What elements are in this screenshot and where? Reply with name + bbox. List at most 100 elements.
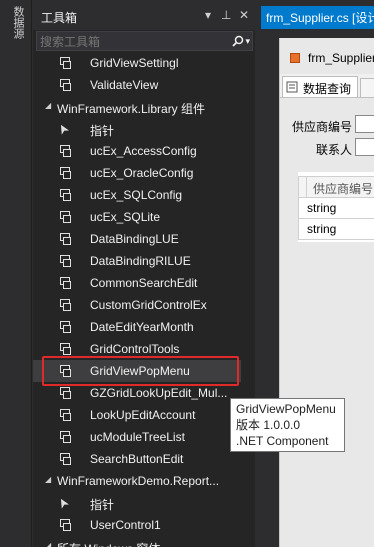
toolbox-item-label: 指针	[90, 498, 115, 512]
grid-cell: string	[307, 201, 337, 215]
grid-row-indicator	[299, 177, 307, 197]
toolbox-item[interactable]: SearchButtonEdit	[33, 448, 241, 470]
document-tab-underline	[261, 27, 374, 29]
toolbox-item[interactable]: UserControl1	[33, 514, 241, 536]
toolbox-item[interactable]: GridControlTools	[33, 338, 241, 360]
group-expanded-icon[interactable]: ◢	[45, 101, 51, 110]
toolbox-panel: 工具箱 ▾ ⊥ ✕ ▾ GridViewSettingl ValidateView…	[33, 0, 288, 547]
pointer-icon: ➤	[53, 120, 73, 138]
toolbox-item[interactable]: ucEx_SQLConfig	[33, 184, 241, 206]
control-icon	[58, 78, 72, 92]
data-grid[interactable]: 供应商编号 string string	[298, 172, 374, 242]
side-tab-label: 数据源	[12, 6, 24, 39]
control-icon	[58, 298, 72, 312]
toolbox-item-list: GridViewSettingl ValidateView ◢ WinFramewor…	[33, 52, 241, 547]
table-row[interactable]: string	[298, 219, 374, 240]
toolbox-item[interactable]: ValidateView	[33, 74, 241, 96]
toolbox-item[interactable]: GZGridLookUpEdit_Mul...	[33, 382, 241, 404]
form-title-bar: frm_Supplier	[280, 48, 374, 68]
document-tab-label: frm_Supplier.cs [设计]	[266, 11, 374, 25]
control-icon	[58, 144, 72, 158]
window-position-dropdown-icon[interactable]: ▾	[203, 8, 213, 22]
toolbox-item-label: GridViewSettingl	[90, 56, 179, 70]
search-icon	[232, 35, 244, 47]
control-icon	[58, 232, 72, 246]
component-tooltip: GridViewPopMenu 版本 1.0.0.0 .NET Componen…	[230, 398, 345, 452]
toolbox-item-label: UserControl1	[90, 518, 161, 532]
toolbox-item-label: GZGridLookUpEdit_Mul...	[90, 386, 228, 400]
control-icon	[58, 342, 72, 356]
toolbox-group-label: WinFrameworkDemo.Report...	[57, 474, 220, 488]
toolbox-item-label: SearchButtonEdit	[90, 452, 184, 466]
contact-input[interactable]	[355, 138, 374, 156]
toolbox-item-label: LookUpEditAccount	[90, 408, 196, 422]
toolbox-item-label: 指针	[90, 124, 115, 138]
toolbox-item[interactable]: DataBindingRILUE	[33, 250, 241, 272]
toolbox-title-icons: ▾ ⊥ ✕	[203, 8, 249, 22]
toolbox-item-label: CustomGridControlEx	[90, 298, 207, 312]
toolbox-item-label: ucEx_OracleConfig	[90, 166, 194, 180]
toolbox-item[interactable]: ➤ 指针	[33, 492, 241, 514]
tab-data-query-label: 数据查询	[303, 82, 352, 96]
table-row[interactable]: string	[298, 198, 374, 219]
control-icon	[58, 518, 72, 532]
toolbox-item-label: CommonSearchEdit	[90, 276, 198, 290]
toolbox-title: 工具箱	[41, 11, 78, 25]
toolbox-item-label: DateEditYearMonth	[90, 320, 194, 334]
tab-data-query[interactable]: 数据查询	[282, 76, 358, 97]
toolbox-group-label: 所有 Windows 窗体	[57, 540, 160, 547]
toolbox-item[interactable]: DateEditYearMonth	[33, 316, 241, 338]
toolbox-item[interactable]: CommonSearchEdit	[33, 272, 241, 294]
control-icon	[58, 276, 72, 290]
group-expanded-icon[interactable]: ◢	[45, 541, 51, 547]
document-tab[interactable]: frm_Supplier.cs [设计]	[261, 6, 374, 27]
control-icon	[58, 56, 72, 70]
tooltip-kind: .NET Component	[236, 434, 329, 448]
close-icon[interactable]: ✕	[239, 8, 249, 22]
query-icon	[286, 81, 298, 93]
toolbox-item[interactable]: ucEx_SQLite	[33, 206, 241, 228]
side-tab-data-sources[interactable]: 数据源	[10, 6, 26, 46]
group-expanded-icon[interactable]: ◢	[45, 475, 51, 484]
pointer-icon: ➤	[53, 494, 73, 512]
pin-icon[interactable]: ⊥	[221, 8, 231, 22]
search-dropdown-icon: ▾	[245, 35, 250, 46]
toolbox-search-input[interactable]	[40, 34, 210, 49]
inner-tab-strip: 数据查询	[280, 74, 374, 98]
toolbox-item[interactable]: LookUpEditAccount	[33, 404, 241, 426]
control-icon	[58, 320, 72, 334]
supplier-code-input[interactable]	[355, 115, 374, 133]
toolbox-item[interactable]: ➤ 指针	[33, 118, 241, 140]
toolbox-group[interactable]: ◢ 所有 Windows 窗体	[33, 536, 241, 547]
toolbox-item-label: ucEx_SQLite	[90, 210, 161, 224]
toolbox-group[interactable]: ◢ WinFramework.Library 组件	[33, 96, 241, 118]
form-title: frm_Supplier	[308, 51, 374, 65]
toolbox-item[interactable]: ucEx_OracleConfig	[33, 162, 241, 184]
toolbox-item-label: ucEx_SQLConfig	[90, 188, 183, 202]
grid-header-row: 供应商编号	[298, 176, 374, 198]
toolbox-item-label: DataBindingLUE	[90, 232, 179, 246]
toolbox-item[interactable]: DataBindingLUE	[33, 228, 241, 250]
control-icon	[58, 386, 72, 400]
form-designer: frm_Supplier 数据查询 供应商编号 联系人 供应商编号 string…	[279, 38, 374, 547]
tooltip-name: GridViewPopMenu	[236, 402, 336, 416]
toolbox-item-label: DataBindingRILUE	[90, 254, 191, 268]
toolbox-group[interactable]: ◢ WinFrameworkDemo.Report...	[33, 470, 241, 492]
form-icon	[290, 53, 300, 63]
toolbox-item[interactable]: ucModuleTreeList	[33, 426, 241, 448]
grid-column-header[interactable]: 供应商编号	[313, 180, 373, 197]
control-icon	[58, 210, 72, 224]
tab-secondary[interactable]	[360, 78, 374, 97]
toolbox-item[interactable]: GridViewPopMenu	[33, 360, 241, 382]
toolbox-item[interactable]: CustomGridControlEx	[33, 294, 241, 316]
control-icon	[58, 430, 72, 444]
toolbox-item[interactable]: ucEx_AccessConfig	[33, 140, 241, 162]
control-icon	[58, 166, 72, 180]
toolbox-title-bar: 工具箱 ▾ ⊥ ✕	[33, 0, 255, 30]
toolbox-item[interactable]: GridViewSettingl	[33, 52, 241, 74]
grid-cell: string	[307, 222, 337, 236]
search-button[interactable]: ▾	[224, 33, 250, 49]
toolbox-group-label: WinFramework.Library 组件	[57, 102, 206, 116]
toolbox-item-label: ucModuleTreeList	[90, 430, 185, 444]
control-icon	[58, 188, 72, 202]
